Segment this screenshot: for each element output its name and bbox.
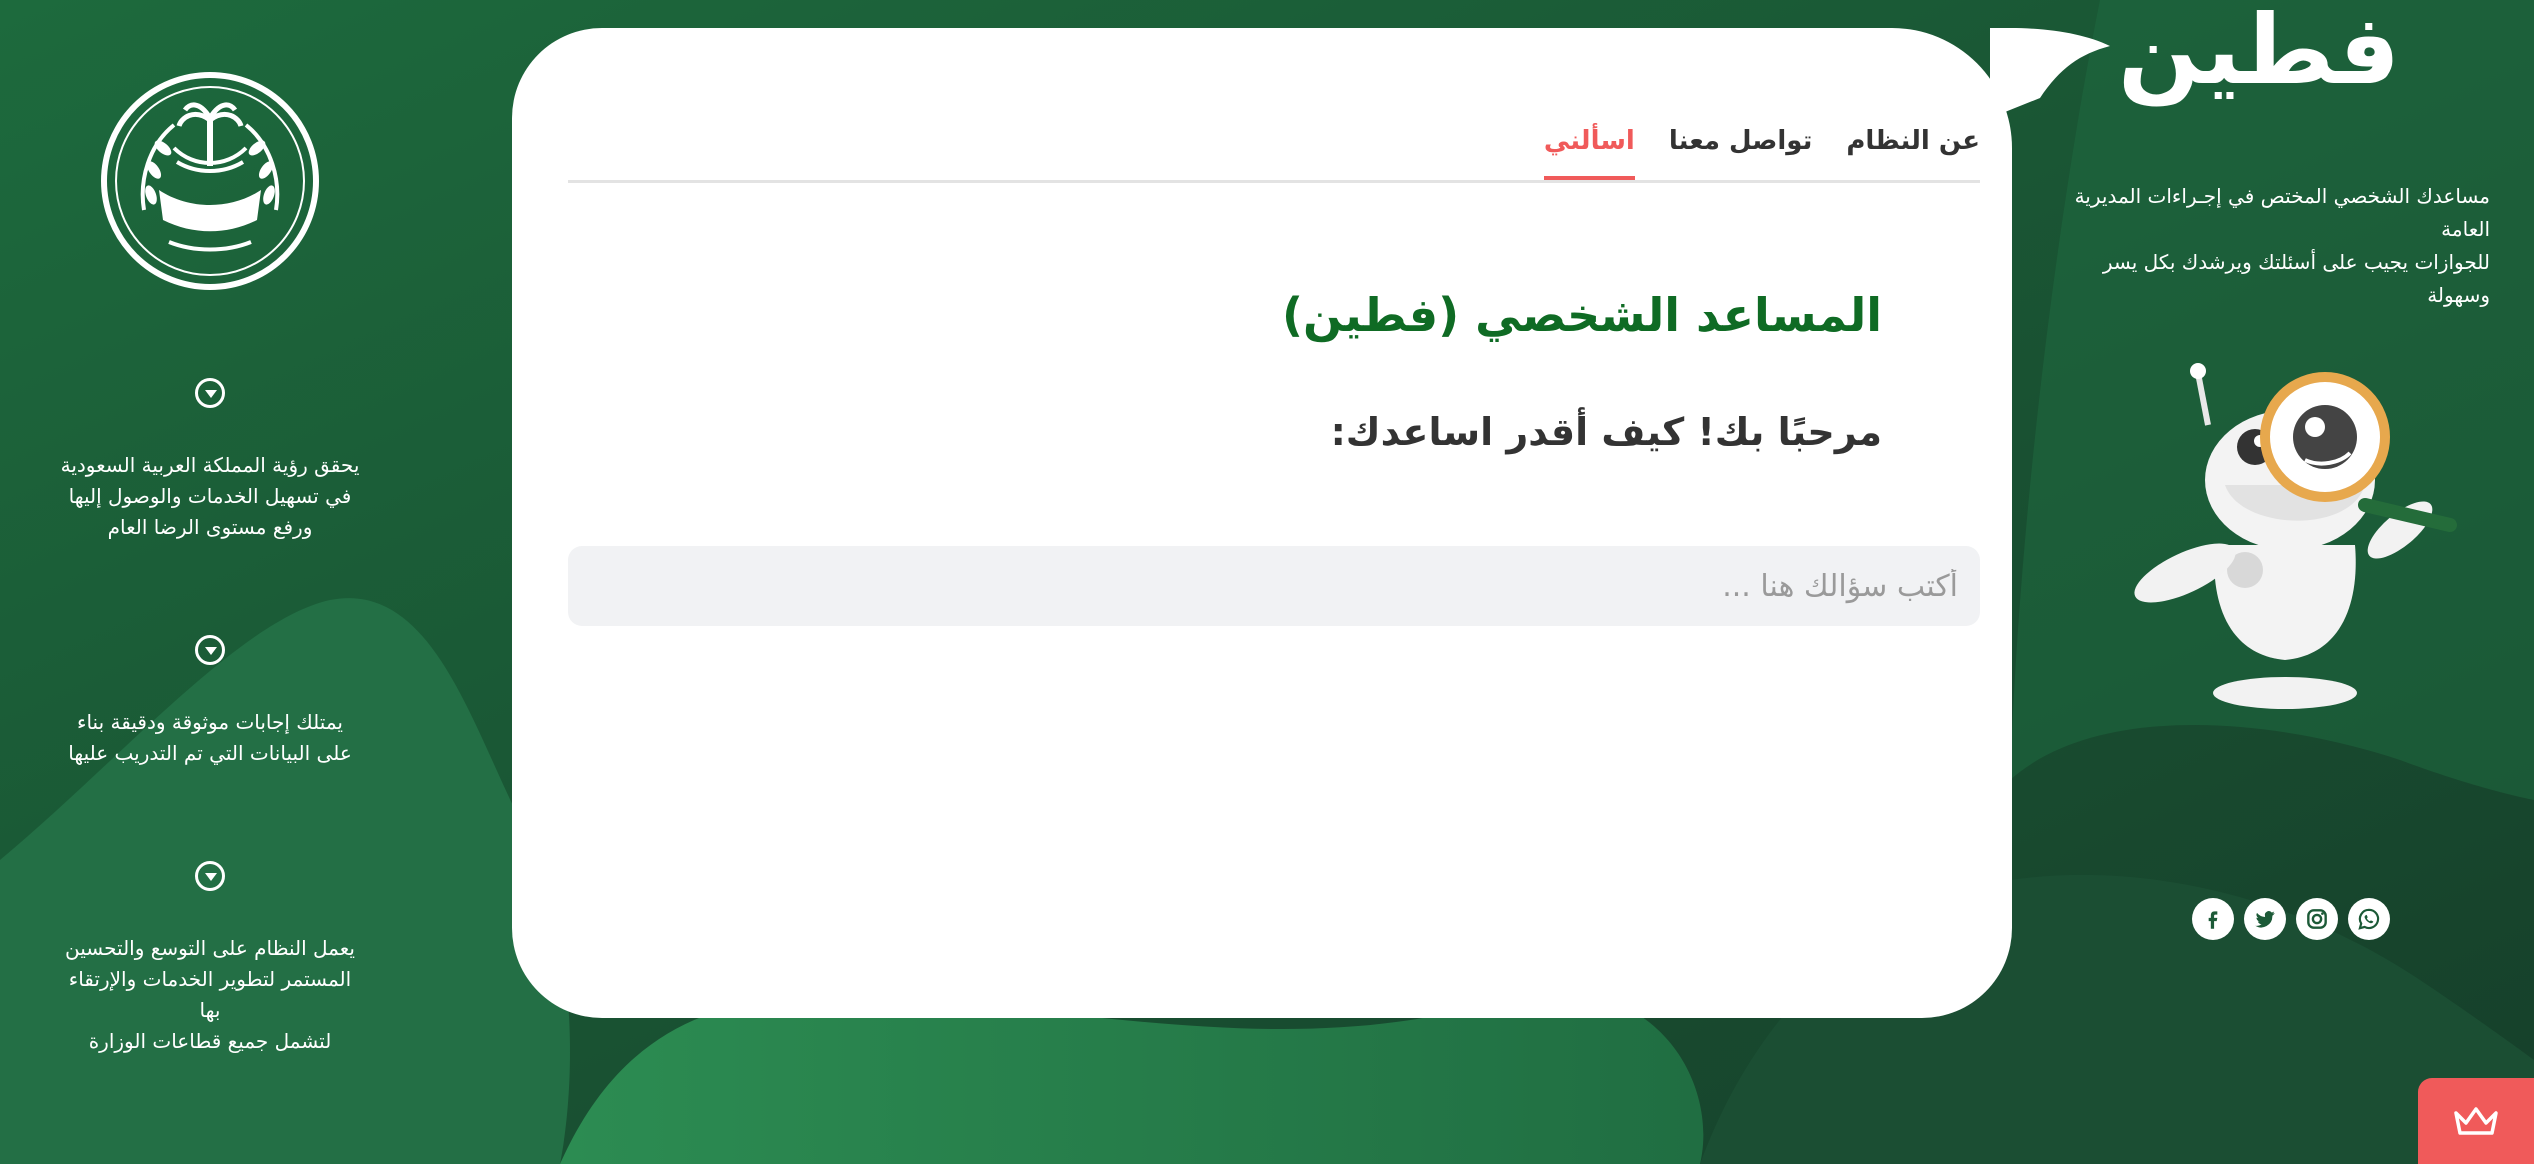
chevron-down-circle-icon[interactable] [195, 635, 225, 665]
chat-card: اسألني تواصل معنا عن النظام المساعد الشخ… [512, 28, 2012, 1018]
feature-text: يمتلك إجابات موثوقة ودقيقة بناء على البي… [68, 710, 352, 765]
instagram-icon[interactable] [2296, 898, 2338, 940]
chevron-down-circle-icon[interactable] [195, 378, 225, 408]
whatsapp-icon[interactable] [2348, 898, 2390, 940]
top-nav: اسألني تواصل معنا عن النظام [1543, 126, 1980, 180]
feature-item: يعمل النظام على التوسع والتحسين المستمر … [60, 861, 360, 1057]
corner-crown-button[interactable] [2418, 1078, 2534, 1164]
robot-mascot-icon [2134, 363, 2457, 709]
tab-about-system[interactable]: عن النظام [1846, 126, 1980, 180]
card-tail [1990, 28, 2110, 118]
feature-text: يعمل النظام على التوسع والتحسين المستمر … [65, 936, 355, 1053]
question-input-container [568, 546, 1980, 626]
feature-text: يحقق رؤية المملكة العربية السعودية في تس… [60, 453, 360, 539]
social-links [2192, 898, 2390, 940]
feature-item: يمتلك إجابات موثوقة ودقيقة بناء على البي… [60, 635, 360, 769]
tab-contact-us[interactable]: تواصل معنا [1669, 126, 1813, 180]
tab-ask-me[interactable]: اسألني [1543, 126, 1635, 180]
feature-item: يحقق رؤية المملكة العربية السعودية في تس… [60, 378, 360, 543]
facebook-icon[interactable] [2192, 898, 2234, 940]
features-panel: يحقق رؤية المملكة العربية السعودية في تس… [60, 70, 360, 1057]
brand-logo: فطين [2118, 0, 2400, 106]
crown-icon [2454, 1107, 2498, 1135]
question-input[interactable] [568, 546, 1980, 626]
twitter-icon[interactable] [2244, 898, 2286, 940]
brand-tagline: مساعدك الشخصي المختص في إجـراءات المديري… [2074, 184, 2490, 307]
welcome-text: مرحبًا بك! كيف أقدر اساعدك: [1330, 410, 1882, 454]
nav-divider [568, 180, 1980, 183]
chevron-down-circle-icon[interactable] [195, 861, 225, 891]
ministry-emblem-icon [101, 72, 319, 290]
page-title: المساعد الشخصي (فطين) [1282, 288, 1882, 342]
